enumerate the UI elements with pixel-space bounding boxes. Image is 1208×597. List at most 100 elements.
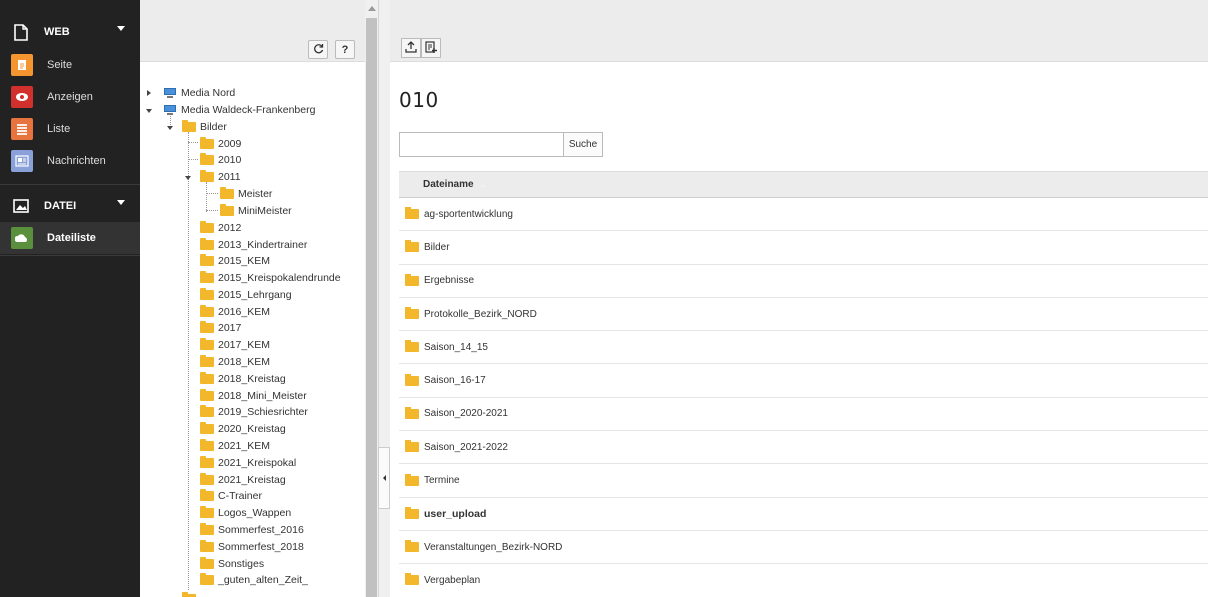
folder-icon [405,207,419,220]
tree-node-folder[interactable]: 2018_Mini_Meister [200,388,307,404]
folder-name[interactable]: Saison_16-17 [424,375,486,386]
table-row[interactable]: Termine [399,464,1208,498]
folder-name[interactable]: Bilder [424,242,450,253]
tree-node-folder[interactable]: 2018_Kreistag [200,371,286,387]
file-table: Dateiname ag-sportentwicklung Bilder Erg… [399,171,1208,597]
table-row[interactable]: Vergabeplan [399,564,1208,597]
collapse-tree-handle[interactable] [378,447,390,509]
tree-node-folder[interactable]: 2015_KEM [200,253,270,269]
table-row[interactable]: Bilder [399,231,1208,265]
collapse-toggle[interactable] [146,109,152,113]
module-nachrichten[interactable]: Nachrichten [0,145,140,177]
search-button[interactable]: Suche [564,132,603,157]
module-anzeigen[interactable]: Anzeigen [0,81,140,113]
table-row[interactable]: Saison_2021-2022 [399,431,1208,465]
tree-line [206,193,218,194]
folder-name[interactable]: Saison_14_15 [424,342,488,353]
table-row[interactable]: Ergebnisse [399,265,1208,298]
tree-node-folder[interactable]: 2021_Kreistag [200,472,286,488]
folder-icon [200,153,214,165]
folder-name[interactable]: ag-sportentwicklung [424,209,513,220]
search-input[interactable] [399,132,564,157]
chevron-down-icon[interactable] [117,26,125,31]
folder-name[interactable]: Veranstaltungen_Bezirk-NORD [424,542,562,553]
web-group-label: WEB [44,26,70,38]
tree-node-meister[interactable]: Meister [220,186,272,202]
chevron-down-icon[interactable] [117,200,125,205]
menu-divider [0,184,140,185]
tree-node-label: 2019_Schiesrichter [218,406,308,418]
tree-node-2009[interactable]: 2009 [200,136,241,152]
tree-node-folder[interactable]: Sommerfest_2016 [200,522,304,538]
folder-icon [405,307,419,320]
tree-node-folder[interactable]: 2015_Kreispokalendrunde [200,270,341,286]
page-icon [10,21,32,43]
tree-node-folder[interactable]: Logos_Wappen [200,505,291,521]
column-header-filename[interactable]: Dateiname [399,171,1208,198]
tree-line [188,142,198,143]
folder-name[interactable]: Saison_2021-2022 [424,442,508,453]
tree-node-partial[interactable] [182,591,200,597]
upload-button[interactable] [401,38,421,58]
tree-node-folder[interactable]: 2016_KEM [200,304,270,320]
sort-ascending-icon [479,182,486,187]
table-row[interactable]: Saison_14_15 [399,331,1208,365]
tree-node-media-nord[interactable]: Media Nord [163,85,235,101]
tree-node-2012[interactable]: 2012 [200,220,241,236]
refresh-button[interactable] [308,40,328,59]
tree-node-bilder[interactable]: Bilder [182,119,227,135]
tree-node-folder[interactable]: 2017 [200,320,241,336]
folder-icon [200,473,214,485]
folder-name[interactable]: Ergebnisse [424,275,474,286]
collapse-toggle[interactable] [167,126,173,130]
tree-node-label: 2011 [218,171,241,183]
web-group-header[interactable]: WEB [0,12,140,52]
module-liste[interactable]: Liste [0,113,140,145]
help-button[interactable]: ? [335,40,355,59]
table-row[interactable]: Saison_16-17 [399,364,1208,398]
table-row[interactable]: ag-sportentwicklung [399,198,1208,232]
table-row[interactable]: Saison_2020-2021 [399,398,1208,432]
tree-node-media-waldeck[interactable]: Media Waldeck-Frankenberg [163,102,315,118]
tree-node-folder[interactable]: 2020_Kreistag [200,421,286,437]
folder-tree-panel: ? Media Nord Media Waldeck-Frankenberg B… [140,0,378,597]
tree-node-label: 2015_KEM [218,255,270,267]
tree-node-label: 2018_KEM [218,356,270,368]
tree-node-2011[interactable]: 2011 [200,169,241,185]
scrollbar-thumb[interactable] [366,18,377,597]
new-file-button[interactable] [421,38,441,58]
folder-name[interactable]: Termine [424,475,460,486]
module-seite[interactable]: Seite [0,49,140,81]
tree-node-folder[interactable]: 2021_Kreispokal [200,455,296,471]
tree-node-folder[interactable]: Sonstiges [200,556,264,572]
folder-icon [200,557,214,569]
table-row[interactable]: user_upload [399,498,1208,531]
folder-name[interactable]: user_upload [424,508,486,520]
folder-name[interactable]: Vergabeplan [424,575,480,586]
table-row[interactable]: Protokolle_Bezirk_NORD [399,298,1208,332]
folder-name[interactable]: Protokolle_Bezirk_NORD [424,309,537,320]
folder-icon [200,254,214,266]
datei-group-header[interactable]: DATEI [0,186,140,226]
tree-node-folder[interactable]: 2021_KEM [200,438,270,454]
expand-toggle[interactable] [147,90,151,96]
scroll-up-arrow-icon[interactable] [368,6,376,11]
chevron-left-icon [382,475,386,481]
collapse-toggle[interactable] [185,176,191,180]
tree-node-2010[interactable]: 2010 [200,152,241,168]
tree-node-folder[interactable]: _guten_alten_Zeit_ [200,572,308,588]
tree-node-folder[interactable]: 2015_Lehrgang [200,287,292,303]
folder-name[interactable]: Saison_2020-2021 [424,408,508,419]
tree-node-folder[interactable]: Sommerfest_2018 [200,539,304,555]
tree-node-folder[interactable]: C-Trainer [200,488,262,504]
table-row[interactable]: Veranstaltungen_Bezirk-NORD [399,531,1208,565]
module-dateiliste[interactable]: Dateiliste [0,222,140,254]
folder-icon [200,422,214,434]
tree-node-minimeister[interactable]: MiniMeister [220,203,292,219]
tree-node-label: 2015_Lehrgang [218,289,292,301]
tree-node-folder[interactable]: 2019_Schiesrichter [200,404,308,420]
tree-node-folder[interactable]: 2018_KEM [200,354,270,370]
tree-node-folder[interactable]: 2017_KEM [200,337,270,353]
tree-node-folder[interactable]: 2013_Kindertrainer [200,237,307,253]
tree-node-label: 2017 [218,322,242,334]
